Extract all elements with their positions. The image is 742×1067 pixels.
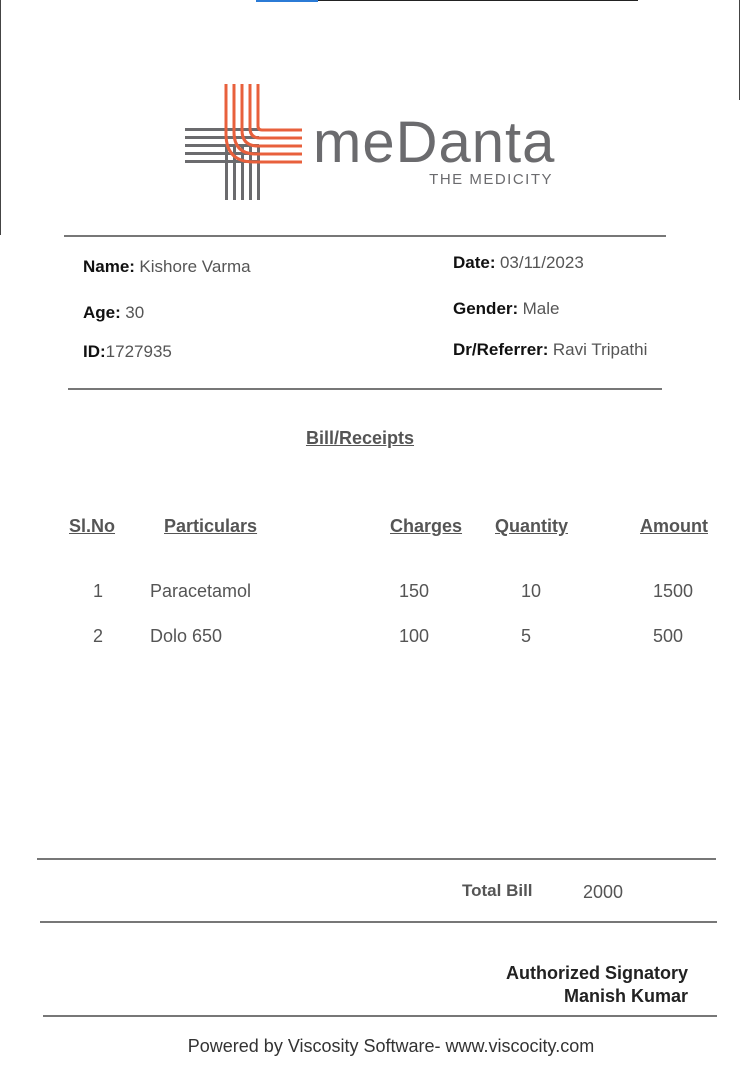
left-edge-line: [0, 0, 1, 235]
signatory-title: Authorized Signatory: [505, 963, 688, 983]
name-label: Name:: [83, 257, 135, 276]
row-charges: 100: [399, 626, 430, 646]
gender-label: Gender:: [453, 299, 519, 318]
row-particulars: Dolo 650: [150, 626, 223, 646]
row-slno: 2: [93, 626, 104, 646]
row-slno: 1: [93, 581, 104, 601]
row-quantity: 10: [521, 581, 542, 601]
referrer-label: Dr/Referrer:: [453, 340, 549, 359]
total-bill-label: Total Bill: [462, 881, 533, 900]
divider-total-bottom: [40, 921, 717, 923]
divider-footer: [43, 1015, 717, 1017]
medanta-logo: meDanta THE MEDICITY: [185, 84, 555, 207]
header-particulars: Particulars: [164, 516, 258, 536]
id-value: 1727935: [105, 342, 172, 361]
header-quantity: Quantity: [495, 516, 569, 536]
signatory-name: Manish Kumar: [563, 986, 688, 1006]
patient-age: Age: 30: [83, 303, 144, 323]
bill-title: Bill/Receipts: [305, 428, 415, 448]
patient-id: ID:1727935: [83, 342, 172, 362]
right-edge-line: [739, 0, 740, 100]
date-value: 03/11/2023: [499, 253, 584, 272]
age-label: Age:: [83, 303, 121, 322]
gender-value: Male: [522, 299, 560, 318]
header-charges: Charges: [390, 516, 463, 536]
row-amount: 1500: [653, 581, 694, 601]
footer-powered-by: Powered by Viscosity Software- www.visco…: [187, 1036, 595, 1056]
referrer-value: Ravi Tripathi: [552, 340, 648, 359]
patient-gender: Gender: Male: [453, 299, 560, 319]
referrer: Dr/Referrer: Ravi Tripathi: [453, 340, 647, 360]
row-amount: 500: [653, 626, 684, 646]
row-charges: 150: [399, 581, 430, 601]
row-quantity: 5: [521, 626, 532, 646]
brand-name: meDanta: [313, 110, 555, 175]
medanta-cross-icon: meDanta THE MEDICITY: [185, 84, 555, 200]
header-amount: Amount: [640, 516, 708, 536]
divider-total-top: [37, 858, 716, 860]
id-label: ID:: [83, 342, 106, 361]
bill-date: Date: 03/11/2023: [453, 253, 584, 273]
divider-top: [64, 235, 666, 237]
divider-info: [68, 388, 662, 390]
header-slno: Sl.No: [69, 516, 116, 536]
date-label: Date:: [453, 253, 496, 272]
row-particulars: Paracetamol: [150, 581, 252, 601]
name-value: Kishore Varma: [139, 257, 251, 276]
patient-name: Name: Kishore Varma: [83, 257, 251, 277]
total-bill-value: 2000: [583, 882, 624, 902]
age-value: 30: [125, 303, 145, 322]
brand-tagline: THE MEDICITY: [429, 171, 553, 188]
top-accent-line: [256, 0, 318, 2]
